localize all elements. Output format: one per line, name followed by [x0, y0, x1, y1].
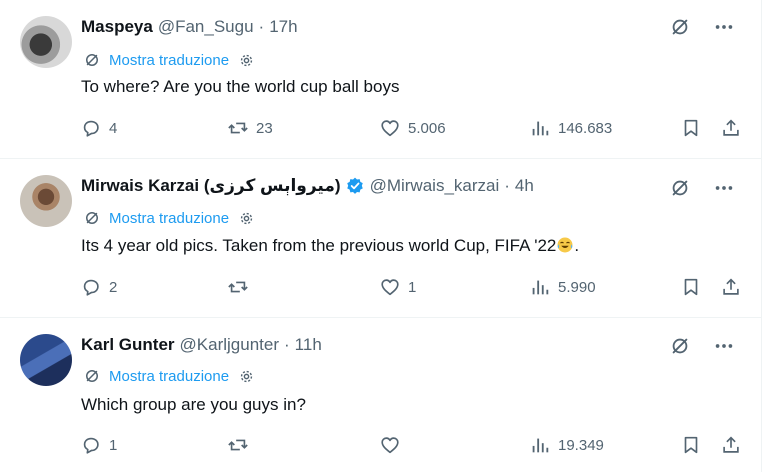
separator-dot: ·	[504, 176, 510, 195]
reply-feed: Maspeya @Fan_Sugu · 17h Mostra traduzion…	[0, 0, 767, 472]
show-translation-link[interactable]: Mostra traduzione	[83, 366, 255, 386]
share-button[interactable]	[720, 433, 742, 457]
column-border	[761, 0, 762, 472]
tweet-text-body: Its 4 year old pics. Taken from the prev…	[81, 236, 557, 255]
share-button[interactable]	[720, 275, 742, 299]
share-upload-icon	[720, 117, 742, 139]
heart-icon	[379, 434, 401, 456]
heart-icon	[379, 276, 401, 298]
translate-label[interactable]: Mostra traduzione	[109, 368, 229, 385]
like-button[interactable]: 5.006	[379, 116, 446, 140]
tweet-header: Mirwais Karzai (میرواېس کرزی) @Mirwais_k…	[81, 175, 534, 197]
more-dots-icon[interactable]	[713, 177, 735, 199]
bookmark-icon	[680, 434, 702, 456]
tweet-top-actions	[669, 16, 735, 38]
translate-icon	[83, 367, 101, 385]
tweet-text-suffix: .	[574, 236, 580, 255]
tweet-header: Karl Gunter @Karljgunter · 11h	[81, 334, 322, 356]
views-count: 5.990	[558, 278, 596, 296]
views-count: 146.683	[558, 119, 613, 137]
heart-icon	[379, 117, 401, 139]
reply-bubble-icon	[80, 434, 102, 456]
tweet-top-actions	[669, 177, 735, 199]
author-name[interactable]: Mirwais Karzai (میرواېس کرزی)	[81, 176, 341, 196]
retweet-icon	[227, 434, 249, 456]
author-handle[interactable]: @Fan_Sugu	[158, 17, 254, 37]
gear-icon[interactable]	[238, 210, 255, 227]
views-button[interactable]: 146.683	[529, 116, 612, 140]
tweet-header: Maspeya @Fan_Sugu · 17h	[81, 16, 298, 38]
more-dots-icon[interactable]	[713, 335, 735, 357]
separator-dot: ·	[258, 17, 265, 36]
action-bar: 2 1 5.990	[80, 275, 744, 299]
like-count: 1	[408, 278, 417, 296]
translate-label[interactable]: Mostra traduzione	[109, 52, 229, 69]
author-name[interactable]: Maspeya	[81, 17, 153, 37]
author-name[interactable]: Karl Gunter	[81, 335, 175, 355]
reply-count: 2	[109, 278, 118, 296]
tweet-1[interactable]: Maspeya @Fan_Sugu · 17h Mostra traduzion…	[0, 0, 761, 158]
translate-icon	[83, 51, 101, 69]
action-bar: 1 19.349	[80, 433, 744, 457]
retweet-icon	[227, 276, 249, 298]
reply-count: 4	[109, 119, 118, 137]
views-bar-chart-icon	[529, 117, 551, 139]
separator-dot: ·	[284, 335, 290, 354]
share-upload-icon	[720, 434, 742, 456]
views-button[interactable]: 19.349	[529, 433, 604, 457]
author-handle[interactable]: @Karljgunter	[180, 335, 279, 355]
grok-icon[interactable]	[669, 16, 691, 38]
tears-of-joy-emoji-icon	[556, 236, 574, 254]
reply-button[interactable]: 1	[80, 433, 117, 457]
views-button[interactable]: 5.990	[529, 275, 596, 299]
reply-button[interactable]: 2	[80, 275, 117, 299]
retweet-count: 23	[256, 119, 273, 137]
retweet-icon	[227, 117, 249, 139]
verified-badge-icon[interactable]	[345, 176, 365, 196]
views-bar-chart-icon	[529, 434, 551, 456]
avatar[interactable]	[20, 175, 72, 227]
reply-count: 1	[109, 436, 118, 454]
tweet-2[interactable]: Mirwais Karzai (میرواېس کرزی) @Mirwais_k…	[0, 159, 761, 317]
show-translation-link[interactable]: Mostra traduzione	[83, 50, 255, 70]
action-bar: 4 23 5.006 146.683	[80, 116, 744, 140]
reply-bubble-icon	[80, 276, 102, 298]
like-count: 5.006	[408, 119, 446, 137]
bookmark-button[interactable]	[680, 116, 702, 140]
bookmark-icon	[680, 117, 702, 139]
show-translation-link[interactable]: Mostra traduzione	[83, 208, 255, 228]
avatar[interactable]	[20, 334, 72, 386]
translate-icon	[83, 209, 101, 227]
share-button[interactable]	[720, 116, 742, 140]
bookmark-icon	[680, 276, 702, 298]
retweet-button[interactable]	[227, 433, 256, 457]
like-button[interactable]	[379, 433, 408, 457]
grok-icon[interactable]	[669, 335, 691, 357]
tweet-3[interactable]: Karl Gunter @Karljgunter · 11h Mostra tr…	[0, 318, 761, 472]
views-bar-chart-icon	[529, 276, 551, 298]
tweet-text: Its 4 year old pics. Taken from the prev…	[81, 236, 579, 256]
tweet-text: To where? Are you the world cup ball boy…	[81, 77, 400, 96]
gear-icon[interactable]	[238, 52, 255, 69]
retweet-button[interactable]	[227, 275, 256, 299]
retweet-button[interactable]: 23	[227, 116, 273, 140]
timestamp[interactable]: 4h	[515, 176, 534, 196]
share-upload-icon	[720, 276, 742, 298]
avatar[interactable]	[20, 16, 72, 68]
gear-icon[interactable]	[238, 368, 255, 385]
reply-bubble-icon	[80, 117, 102, 139]
like-button[interactable]: 1	[379, 275, 416, 299]
more-dots-icon[interactable]	[713, 16, 735, 38]
tweet-top-actions	[669, 335, 735, 357]
timestamp[interactable]: 17h	[269, 17, 297, 37]
reply-button[interactable]: 4	[80, 116, 117, 140]
grok-icon[interactable]	[669, 177, 691, 199]
bookmark-button[interactable]	[680, 433, 702, 457]
timestamp[interactable]: 11h	[295, 335, 322, 355]
views-count: 19.349	[558, 436, 604, 454]
tweet-text: Which group are you guys in?	[81, 395, 306, 414]
bookmark-button[interactable]	[680, 275, 702, 299]
author-handle[interactable]: @Mirwais_karzai	[370, 176, 500, 196]
translate-label[interactable]: Mostra traduzione	[109, 210, 229, 227]
